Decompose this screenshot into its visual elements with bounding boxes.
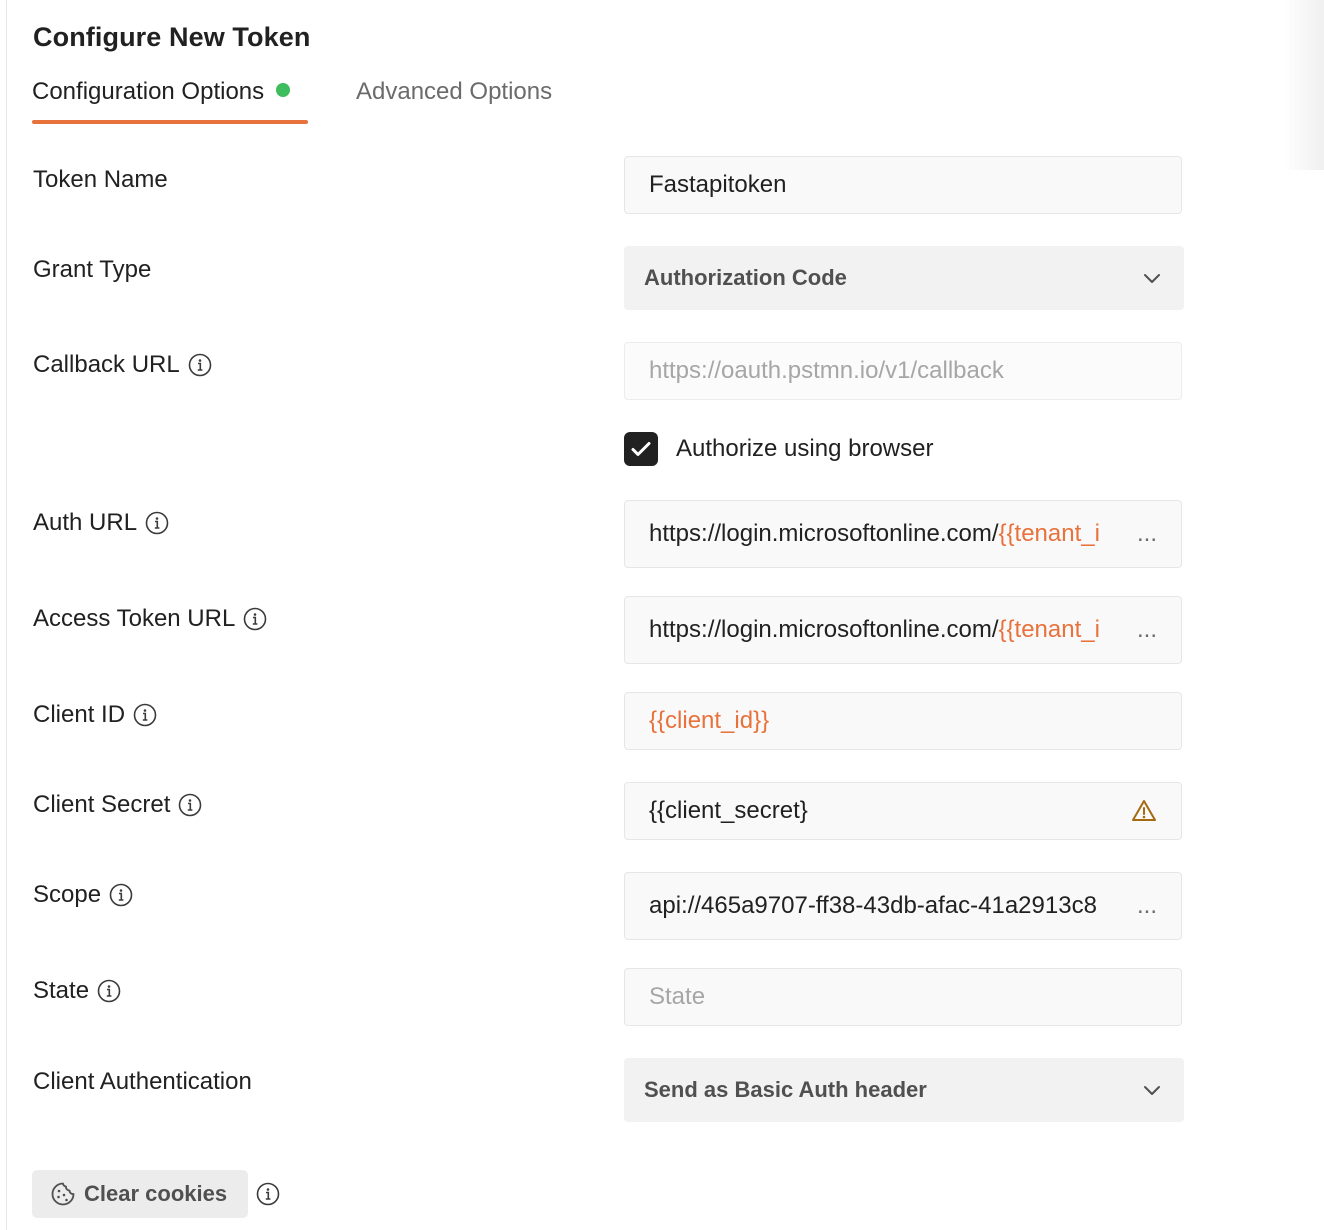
scope-input[interactable]: api://465a9707-ff38-43db-afac-41a2913c8 … [624, 872, 1182, 940]
authorize-browser-checkbox-row[interactable]: Authorize using browser [624, 432, 933, 466]
access-token-url-label: Access Token URL [33, 604, 267, 634]
scope-label-text: Scope [33, 881, 102, 908]
client-authentication-label-text: Client Authentication [33, 1068, 252, 1095]
auth-url-value: https://login.microsoftonline.com/ [649, 520, 999, 547]
client-authentication-select[interactable]: Send as Basic Auth header [624, 1058, 1184, 1122]
callback-url-input[interactable]: https://oauth.pstmn.io/v1/callback [624, 342, 1182, 400]
client-secret-label-text: Client Secret [33, 791, 171, 818]
state-label-text: State [33, 977, 90, 1004]
access-token-url-input[interactable]: https://login.microsoftonline.com/{{tena… [624, 596, 1182, 664]
authorize-browser-label: Authorize using browser [676, 435, 934, 462]
scope-label: Scope [33, 880, 133, 910]
client-authentication-value: Send as Basic Auth header [644, 1077, 927, 1102]
token-name-input[interactable]: Fastapitoken [624, 156, 1182, 214]
access-token-url-label-text: Access Token URL [33, 605, 236, 632]
grant-type-label: Grant Type [33, 255, 151, 285]
grant-type-select[interactable]: Authorization Code [624, 246, 1184, 310]
chevron-down-icon [1144, 274, 1160, 283]
grant-type-value: Authorization Code [644, 265, 847, 290]
authorize-browser-checkbox[interactable] [624, 432, 658, 466]
scope-value: api://465a9707-ff38-43db-afac-41a2913c8 [649, 892, 1097, 919]
cookie-icon [51, 1182, 75, 1206]
token-name-label: Token Name [33, 165, 168, 195]
callback-url-value: https://oauth.pstmn.io/v1/callback [649, 357, 1004, 384]
info-icon[interactable] [133, 703, 157, 727]
info-icon[interactable] [178, 793, 202, 817]
info-icon[interactable] [145, 511, 169, 535]
state-input[interactable]: State [624, 968, 1182, 1026]
callback-url-label: Callback URL [33, 350, 212, 380]
auth-url-label: Auth URL [33, 508, 169, 538]
chevron-down-icon [1144, 1086, 1160, 1095]
info-icon[interactable] [256, 1182, 280, 1206]
callback-url-label-text: Callback URL [33, 351, 180, 378]
info-icon[interactable] [109, 883, 133, 907]
access-token-url-ellipsis: ... [1136, 616, 1157, 643]
token-name-value: Fastapitoken [649, 171, 787, 198]
auth-url-variable: {{tenant_i [998, 520, 1100, 547]
configure-token-panel: Configure New Token Configuration Option… [0, 0, 1324, 1230]
auth-url-ellipsis: ... [1136, 520, 1157, 547]
client-authentication-label: Client Authentication [33, 1067, 252, 1097]
page-title: Configure New Token [33, 22, 311, 52]
auth-url-input[interactable]: https://login.microsoftonline.com/{{tena… [624, 500, 1182, 568]
state-placeholder: State [649, 983, 706, 1010]
client-secret-input[interactable]: {{client_secret} [624, 782, 1182, 840]
clear-cookies-label: Clear cookies [84, 1181, 228, 1206]
warning-icon[interactable] [1131, 798, 1157, 824]
client-id-label: Client ID [33, 700, 157, 730]
client-id-input[interactable]: {{client_id}} [624, 692, 1182, 750]
client-secret-value: {{client_secret} [649, 797, 808, 824]
access-token-url-variable: {{tenant_i [998, 616, 1100, 643]
grant-type-label-text: Grant Type [33, 256, 152, 283]
tab-advanced-options[interactable]: Advanced Options [356, 76, 552, 124]
tab-advanced-options-label: Advanced Options [356, 78, 553, 105]
status-dot [276, 83, 291, 97]
info-icon[interactable] [97, 979, 121, 1003]
auth-url-label-text: Auth URL [33, 509, 138, 536]
info-icon[interactable] [243, 607, 267, 631]
client-id-value: {{client_id}} [649, 707, 770, 734]
token-name-label-text: Token Name [33, 166, 168, 193]
check-icon [631, 442, 651, 456]
info-icon[interactable] [188, 353, 212, 377]
panel-shadow [1284, 0, 1324, 170]
client-secret-label: Client Secret [33, 790, 202, 820]
access-token-url-value: https://login.microsoftonline.com/ [649, 616, 999, 643]
panel-divider [6, 0, 7, 1230]
tab-configuration-options-label: Configuration Options [32, 78, 265, 105]
clear-cookies-button[interactable]: Clear cookies [32, 1170, 248, 1218]
tab-configuration-options[interactable]: Configuration Options [32, 76, 308, 124]
active-tab-indicator [32, 120, 308, 124]
state-label: State [33, 976, 121, 1006]
client-id-label-text: Client ID [33, 701, 126, 728]
scope-ellipsis: ... [1136, 892, 1157, 919]
